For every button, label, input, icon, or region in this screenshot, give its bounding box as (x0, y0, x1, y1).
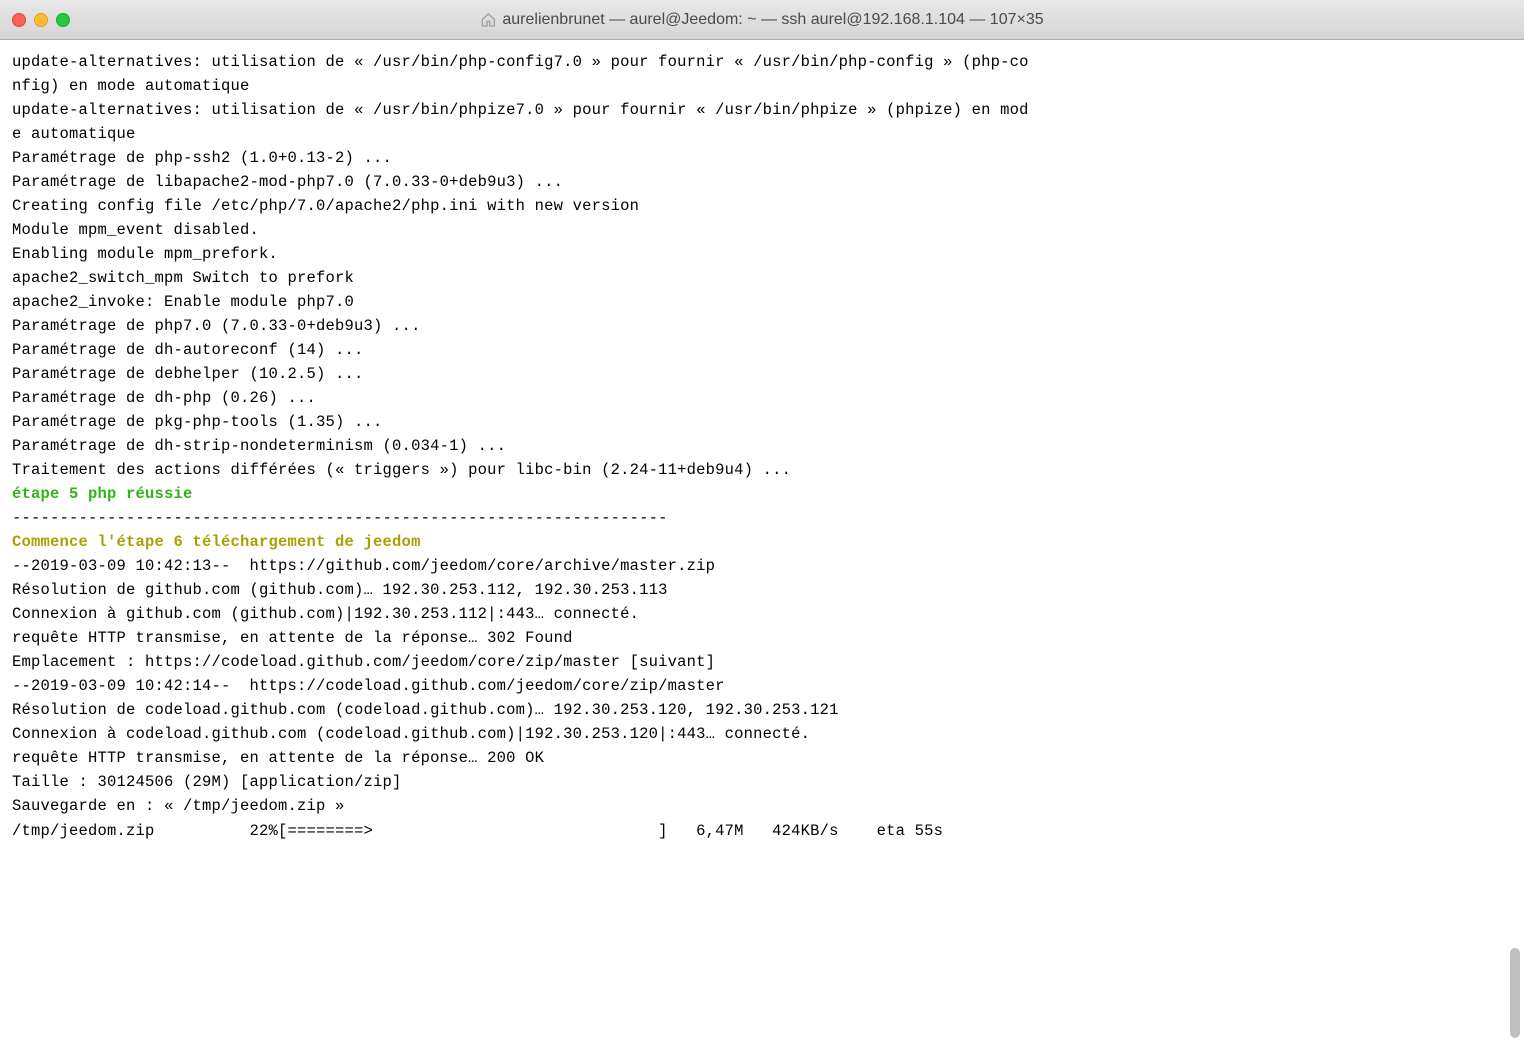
scrollbar-thumb[interactable] (1510, 948, 1520, 1038)
terminal-line: Paramétrage de dh-php (0.26) ... (12, 386, 1512, 410)
terminal-line: étape 5 php réussie (12, 482, 1512, 506)
terminal-line: --2019-03-09 10:42:13-- https://github.c… (12, 554, 1512, 578)
terminal-line: apache2_invoke: Enable module php7.0 (12, 290, 1512, 314)
terminal-line: update-alternatives: utilisation de « /u… (12, 50, 1512, 74)
terminal-line: Creating config file /etc/php/7.0/apache… (12, 194, 1512, 218)
terminal-line: Paramétrage de debhelper (10.2.5) ... (12, 362, 1512, 386)
terminal-line: Enabling module mpm_prefork. (12, 242, 1512, 266)
terminal-line: Paramétrage de dh-strip-nondeterminism (… (12, 434, 1512, 458)
window-titlebar: aurelienbrunet — aurel@Jeedom: ~ — ssh a… (0, 0, 1524, 40)
window-title-wrap: aurelienbrunet — aurel@Jeedom: ~ — ssh a… (480, 11, 1043, 29)
terminal-output[interactable]: update-alternatives: utilisation de « /u… (0, 40, 1524, 853)
terminal-line: Paramétrage de php-ssh2 (1.0+0.13-2) ... (12, 146, 1512, 170)
terminal-line: requête HTTP transmise, en attente de la… (12, 746, 1512, 770)
terminal-line: Commence l'étape 6 téléchargement de jee… (12, 530, 1512, 554)
terminal-line: --2019-03-09 10:42:14-- https://codeload… (12, 674, 1512, 698)
traffic-lights (12, 13, 70, 27)
terminal-line: Connexion à github.com (github.com)|192.… (12, 602, 1512, 626)
terminal-line: nfig) en mode automatique (12, 74, 1512, 98)
terminal-line: Emplacement : https://codeload.github.co… (12, 650, 1512, 674)
terminal-line: Module mpm_event disabled. (12, 218, 1512, 242)
terminal-line: Résolution de github.com (github.com)… 1… (12, 578, 1512, 602)
home-icon (480, 12, 496, 28)
terminal-line: Paramétrage de dh-autoreconf (14) ... (12, 338, 1512, 362)
minimize-button[interactable] (34, 13, 48, 27)
terminal-line: requête HTTP transmise, en attente de la… (12, 626, 1512, 650)
maximize-button[interactable] (56, 13, 70, 27)
window-title: aurelienbrunet — aurel@Jeedom: ~ — ssh a… (502, 11, 1043, 29)
terminal-line: Paramétrage de libapache2-mod-php7.0 (7.… (12, 170, 1512, 194)
terminal-line: ----------------------------------------… (12, 506, 1512, 530)
scrollbar-track[interactable] (1508, 40, 1522, 1048)
terminal-line: e automatique (12, 122, 1512, 146)
terminal-line: /tmp/jeedom.zip 22%[========> ] 6,47M 42… (12, 819, 1512, 843)
terminal-line: Connexion à codeload.github.com (codeloa… (12, 722, 1512, 746)
terminal-line: Paramétrage de php7.0 (7.0.33-0+deb9u3) … (12, 314, 1512, 338)
terminal-line: Traitement des actions différées (« trig… (12, 458, 1512, 482)
close-button[interactable] (12, 13, 26, 27)
terminal-line: apache2_switch_mpm Switch to prefork (12, 266, 1512, 290)
terminal-line: Paramétrage de pkg-php-tools (1.35) ... (12, 410, 1512, 434)
terminal-line: Résolution de codeload.github.com (codel… (12, 698, 1512, 722)
terminal-line: update-alternatives: utilisation de « /u… (12, 98, 1512, 122)
terminal-line: Taille : 30124506 (29M) [application/zip… (12, 770, 1512, 794)
terminal-line: Sauvegarde en : « /tmp/jeedom.zip » (12, 794, 1512, 818)
